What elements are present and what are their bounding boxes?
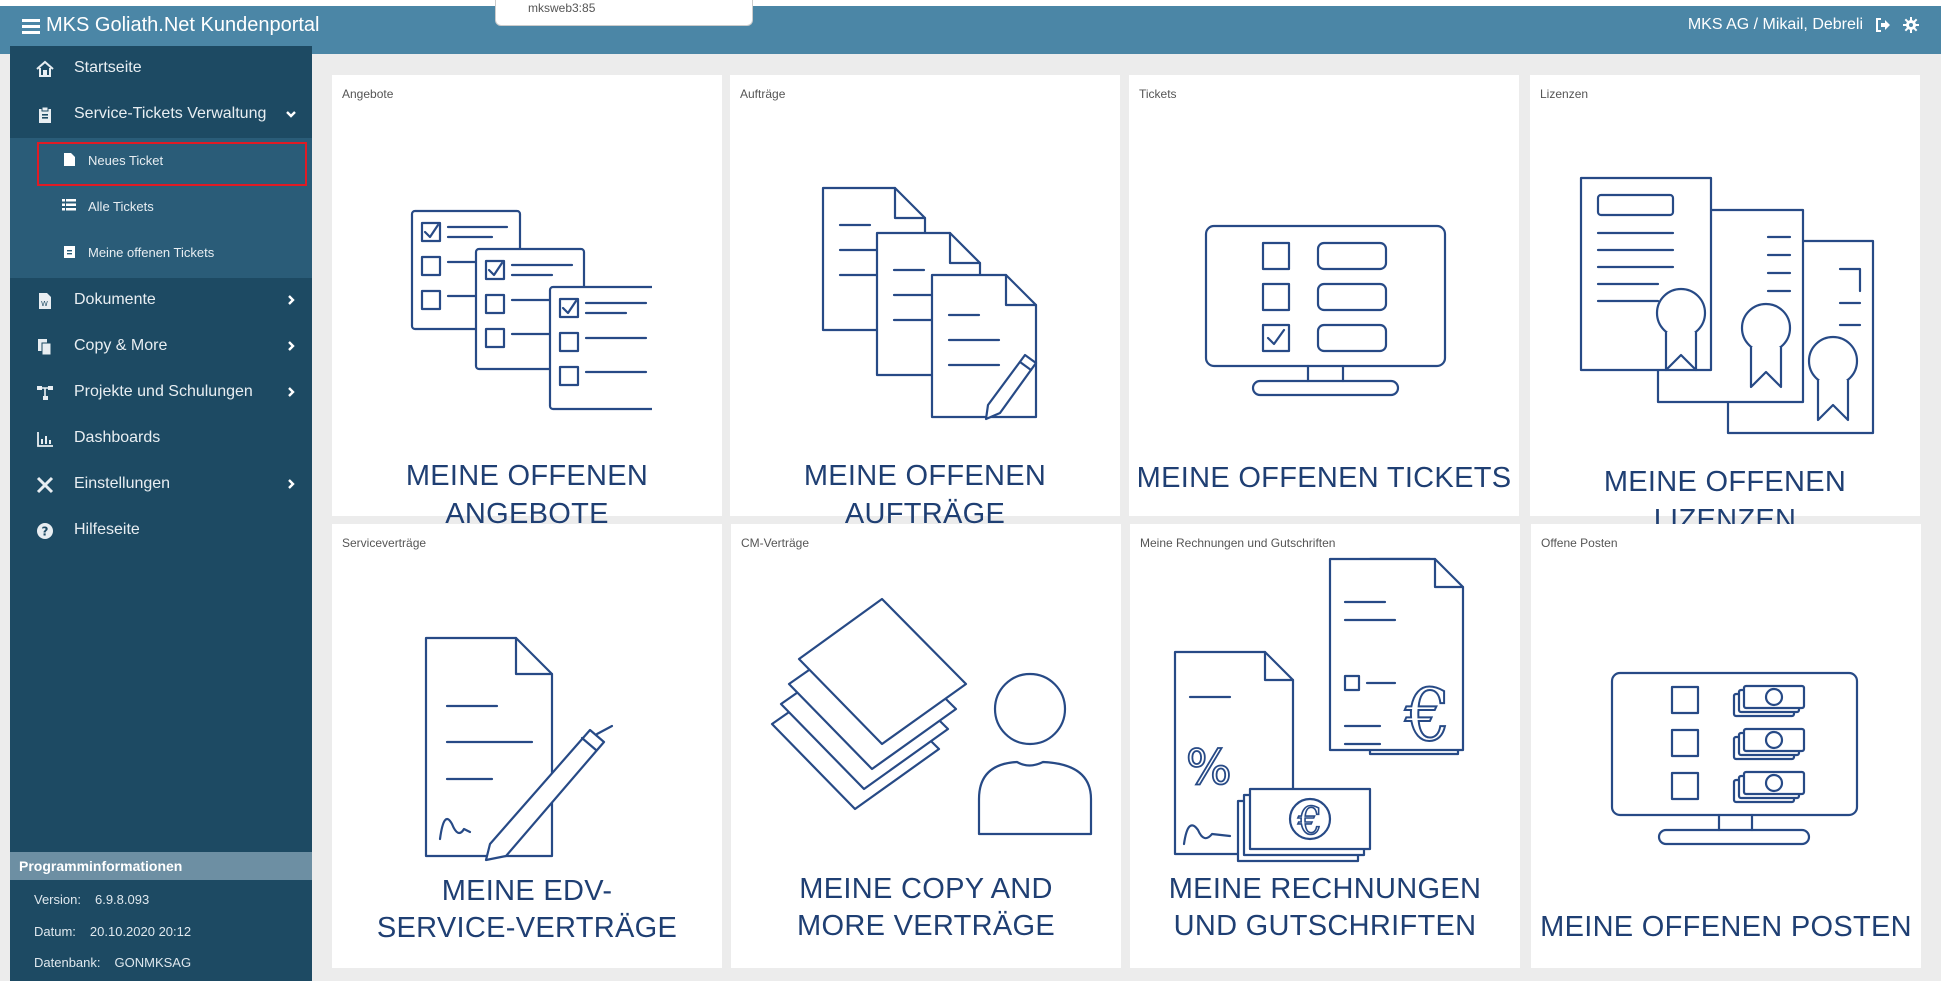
chevron-right-icon [288, 295, 295, 305]
svg-text:?: ? [42, 525, 49, 539]
info-value: 6.9.8.093 [94, 892, 150, 907]
tile-caption: Meine Rechnungen und Gutschriften [1140, 536, 1336, 550]
sidebar-item-dashboards[interactable]: Dashboards [10, 416, 312, 462]
question-icon: ? [37, 523, 53, 539]
tile-title-line1: MEINE EDV- [441, 875, 613, 907]
tile-serviceverträge[interactable]: Serviceverträge MEINE EDV- SERVICE-VERTR… [332, 524, 722, 968]
tile-caption: Aufträge [740, 87, 786, 101]
server-popup-text: mksweb3:85 [528, 1, 596, 15]
quotes-illustration-icon [410, 209, 652, 411]
app-title: MKS Goliath.Net Kundenportal [46, 14, 320, 36]
server-popup: mksweb3:85 [495, 0, 753, 26]
tools-icon [36, 476, 54, 494]
sidebar-item-label: Einstellungen [74, 475, 171, 492]
subitem-label: Meine offenen Tickets [88, 245, 215, 260]
tile-title-line2: UND GUTSCHRIFTEN [1173, 910, 1477, 942]
sidebar-item-einstellungen[interactable]: Einstellungen [10, 462, 312, 508]
svg-text:%: % [1186, 740, 1232, 796]
home-icon [36, 60, 54, 77]
info-label: Version: [34, 892, 81, 907]
tile-cm-vertraege[interactable]: CM-Verträge MEINE COPY AND MORE VERTRÄGE [731, 524, 1121, 968]
info-date: Datum: 20.10.2020 20:12 [34, 924, 191, 939]
tile-tickets[interactable]: Tickets MEINE OFFENEN TICKETS [1129, 75, 1519, 516]
tile-title: MEINE OFFENEN TICKETS [1136, 462, 1512, 494]
tile-caption: Offene Posten [1541, 536, 1618, 550]
tile-offene-posten[interactable]: Offene Posten MEINE OFFENEN POSTEN [1531, 524, 1921, 968]
sidebar-item-label: Startseite [74, 59, 142, 76]
info-label: Datum: [34, 924, 76, 939]
user-box: MKS AG / Mikail, Debreli [1688, 16, 1919, 34]
chart-icon [37, 432, 53, 447]
sidebar-item-service-tickets[interactable]: Service-Tickets Verwaltung [10, 92, 312, 138]
tile-caption: CM-Verträge [741, 536, 810, 550]
tile-caption: Serviceverträge [342, 536, 427, 550]
sidebar-item-label: Projekte und Schulungen [74, 383, 253, 400]
tile-lizenzen[interactable]: Lizenzen MEINE OFFENEN LIZENZEN [1530, 75, 1920, 536]
tile-rechnungen[interactable]: Meine Rechnungen und Gutschriften € % € … [1130, 524, 1520, 968]
chevron-right-icon [288, 341, 295, 351]
sidebar-item-label: Dashboards [74, 429, 161, 446]
highlight-box [37, 142, 307, 186]
file-word-icon: W [39, 293, 51, 309]
info-label: Datenbank: [34, 955, 101, 970]
info-value: GONMKSAG [114, 955, 192, 970]
tile-title: MEINE OFFENEN POSTEN [1540, 911, 1912, 943]
tile-title-line1: MEINE RECHNUNGEN [1168, 873, 1482, 905]
svg-text:W: W [41, 300, 48, 308]
chevron-down-icon [286, 111, 296, 118]
tile-caption: Angebote [342, 87, 394, 101]
menu-icon[interactable] [22, 18, 40, 34]
sidebar-item-label: Hilfeseite [74, 521, 140, 538]
tile-title: MEINE OFFENEN ANGEBOTE [405, 460, 649, 530]
browser-stripe [0, 0, 1941, 6]
tile-title-line1: MEINE COPY AND [799, 873, 1053, 905]
subitem-alle-tickets[interactable]: Alle Tickets [10, 184, 312, 230]
svg-text:€: € [1297, 799, 1322, 843]
tile-angebote[interactable]: Angebote MEINE OFFENEN ANGEBOTE [332, 75, 722, 530]
gear-icon[interactable] [1903, 17, 1919, 33]
sidebar-item-startseite[interactable]: Startseite [10, 46, 312, 92]
chevron-right-icon [288, 479, 295, 489]
tile-caption: Tickets [1139, 87, 1177, 101]
brand[interactable]: MKS Goliath.Net Kundenportal [22, 14, 320, 37]
info-version: Version: 6.9.8.093 [34, 892, 149, 907]
sidebar: Startseite Service-Tickets Verwaltung Ne… [10, 46, 312, 981]
subitem-meine-offenen-tickets[interactable]: Meine offenen Tickets [10, 230, 312, 276]
program-info-heading: Programminformationen [10, 852, 312, 880]
sidebar-item-label: Dokumente [74, 291, 156, 308]
sitemap-icon [37, 386, 53, 400]
sidebar-item-hilfeseite[interactable]: ? Hilfeseite [10, 508, 312, 554]
tile-title-line2: SERVICE-VERTRÄGE [376, 912, 678, 944]
copy-icon [38, 339, 52, 356]
sidebar-item-label: Copy & More [74, 337, 168, 354]
clipboard-icon [39, 106, 51, 123]
user-label[interactable]: MKS AG / Mikail, Debreli [1688, 16, 1863, 34]
sidebar-item-copy-more[interactable]: Copy & More [10, 324, 312, 370]
sidebar-item-label: Service-Tickets Verwaltung [74, 105, 267, 122]
info-database: Datenbank: GONMKSAG [34, 955, 191, 970]
sidebar-item-dokumente[interactable]: W Dokumente [10, 278, 312, 324]
clipboard-small-icon [64, 246, 75, 258]
svg-text:€: € [1404, 673, 1451, 757]
tile-auftraege[interactable]: Aufträge MEINE OFFENEN AUFTRÄGE [730, 75, 1120, 530]
sidebar-item-projekte[interactable]: Projekte und Schulungen [10, 370, 312, 416]
tile-title-line2: MORE VERTRÄGE [797, 910, 1055, 942]
list-icon [62, 199, 76, 211]
info-value: 20.10.2020 20:12 [89, 924, 192, 939]
subitem-label: Alle Tickets [88, 199, 154, 214]
tile-caption: Lizenzen [1540, 87, 1589, 101]
chevron-right-icon [288, 387, 295, 397]
logout-icon[interactable] [1875, 18, 1891, 32]
tile-title: MEINE OFFENEN AUFTRÄGE [803, 460, 1047, 530]
